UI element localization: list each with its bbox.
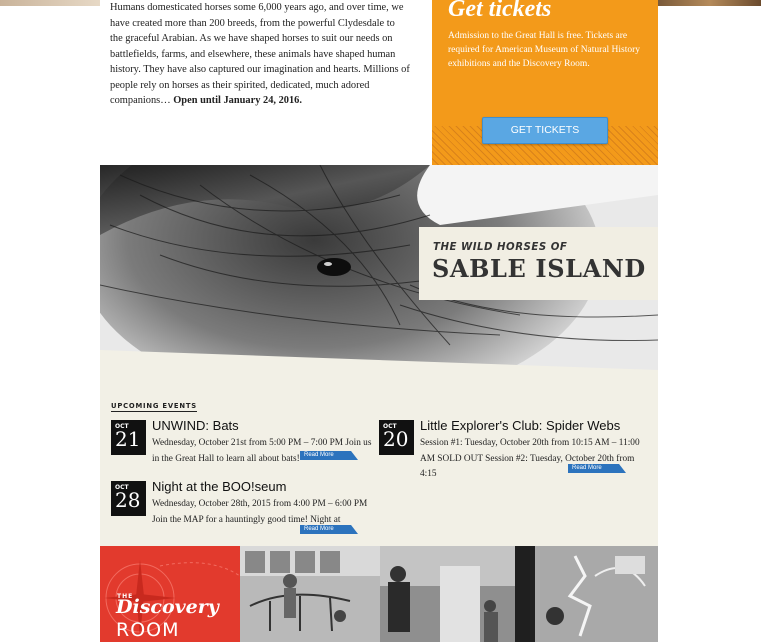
tickets-description: Admission to the Great Hall is free. Tic… xyxy=(448,31,641,69)
exhibit-photo-hall xyxy=(380,546,515,642)
date-day: 20 xyxy=(383,427,409,451)
date-badge: OCT 20 xyxy=(379,420,414,455)
event-description: Session #1: Tuesday, October 20th from 1… xyxy=(420,438,640,479)
events-heading: UPCOMING EVENTS xyxy=(111,402,197,412)
read-more-link[interactable]: Read More xyxy=(300,451,358,460)
discovery-room-strip[interactable]: THE Discovery ROOM xyxy=(100,546,658,642)
event-item[interactable]: OCT 21 UNWIND: Bats Wednesday, October 2… xyxy=(111,418,381,465)
intro-text: Humans domesticated horses some 6,000 ye… xyxy=(110,2,410,106)
intro-paragraph: Humans domesticated horses some 6,000 ye… xyxy=(110,0,410,109)
hero-title: SABLE ISLAND xyxy=(432,254,646,283)
event-title[interactable]: Little Explorer's Club: Spider Webs xyxy=(420,418,620,433)
get-tickets-button[interactable]: GET TICKETS xyxy=(482,117,608,144)
tickets-panel: Get tickets Admission to the Great Hall … xyxy=(432,0,658,165)
date-day: 21 xyxy=(115,427,141,451)
read-more-link[interactable]: Read More xyxy=(300,525,358,534)
top-photo-edge-right xyxy=(658,0,761,6)
date-badge: OCT 28 xyxy=(111,481,146,516)
discovery-room-banner[interactable]: THE Discovery ROOM xyxy=(100,546,240,642)
exhibit-photo-dinosaur xyxy=(240,546,380,642)
hero-title-box: THE WILD HORSES OF SABLE ISLAND xyxy=(419,227,658,300)
sable-island-hero[interactable]: THE WILD HORSES OF SABLE ISLAND xyxy=(100,165,658,375)
event-item[interactable]: OCT 28 Night at the BOO!seum Wednesday, … xyxy=(111,479,381,536)
upcoming-events: UPCOMING EVENTS OCT 21 UNWIND: Bats Wedn… xyxy=(100,375,658,546)
event-title[interactable]: UNWIND: Bats xyxy=(152,418,239,433)
event-description: Wednesday, October 28th, 2015 from 4:00 … xyxy=(152,499,368,525)
exhibit-photo-skeleton xyxy=(515,546,658,642)
tickets-title: Get tickets xyxy=(448,0,552,22)
date-badge: OCT 21 xyxy=(111,420,146,455)
discovery-name: Discovery xyxy=(116,596,219,618)
top-photo-edge-left xyxy=(0,0,100,6)
date-day: 28 xyxy=(115,488,141,512)
open-until-text: Open until January 24, 2016. xyxy=(173,95,302,106)
event-item[interactable]: OCT 20 Little Explorer's Club: Spider We… xyxy=(379,418,649,479)
discovery-room-label: ROOM xyxy=(116,619,180,641)
read-more-link[interactable]: Read More xyxy=(568,464,626,473)
hero-subtitle: THE WILD HORSES OF xyxy=(433,242,568,253)
event-title[interactable]: Night at the BOO!seum xyxy=(152,479,286,494)
